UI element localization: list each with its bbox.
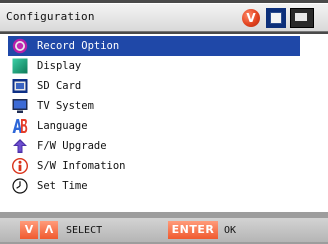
language-icon [12, 118, 28, 134]
menu-item-set-time[interactable]: Set Time [8, 176, 300, 196]
menu-item-label: Record Option [37, 40, 120, 52]
menu-item-label: Set Time [37, 180, 88, 192]
menu-item-record-option[interactable]: Record Option [8, 36, 300, 56]
footer: V Λ SELECT ENTER OK [0, 212, 328, 244]
menu-item-sw-information[interactable]: S/W Infomation [8, 156, 300, 176]
select-hint: SELECT [66, 225, 103, 236]
title-bar: Configuration V [0, 3, 328, 32]
menu-item-label: SD Card [37, 80, 82, 92]
menu-item-label: Language [37, 120, 88, 132]
display-icon [12, 58, 28, 74]
ok-hint: OK [224, 225, 237, 236]
menu-item-label: F/W Upgrade [37, 140, 107, 152]
menu-item-fw-upgrade[interactable]: F/W Upgrade [8, 136, 300, 156]
key-hint-bar: V Λ SELECT ENTER OK [0, 218, 328, 242]
clock-icon [12, 178, 28, 194]
info-icon [11, 157, 29, 175]
firmware-upgrade-icon [12, 138, 28, 154]
page-title: Configuration [6, 10, 95, 23]
menu-item-tv-system[interactable]: TV System [8, 96, 300, 116]
down-key-button[interactable]: V [20, 221, 38, 239]
menu-item-label: S/W Infomation [37, 160, 126, 172]
header: Configuration V [0, 0, 328, 34]
menu-item-sd-card[interactable]: SD Card [8, 76, 300, 96]
record-option-icon [12, 38, 28, 54]
camera-mode-icon [266, 8, 286, 28]
enter-key-button[interactable]: ENTER [168, 221, 218, 239]
menu-list: Record Option Display SD Card TV System … [0, 34, 328, 212]
menu-item-display[interactable]: Display [8, 56, 300, 76]
configuration-screen: Configuration V Record Option Display SD… [0, 0, 328, 244]
sd-card-icon [12, 78, 28, 94]
menu-item-label: TV System [37, 100, 94, 112]
v-badge: V [242, 9, 260, 27]
menu-item-language[interactable]: Language [8, 116, 300, 136]
playback-mode-icon [290, 8, 314, 28]
up-key-button[interactable]: Λ [40, 221, 58, 239]
tv-system-icon [12, 98, 28, 114]
menu-item-label: Display [37, 60, 82, 72]
